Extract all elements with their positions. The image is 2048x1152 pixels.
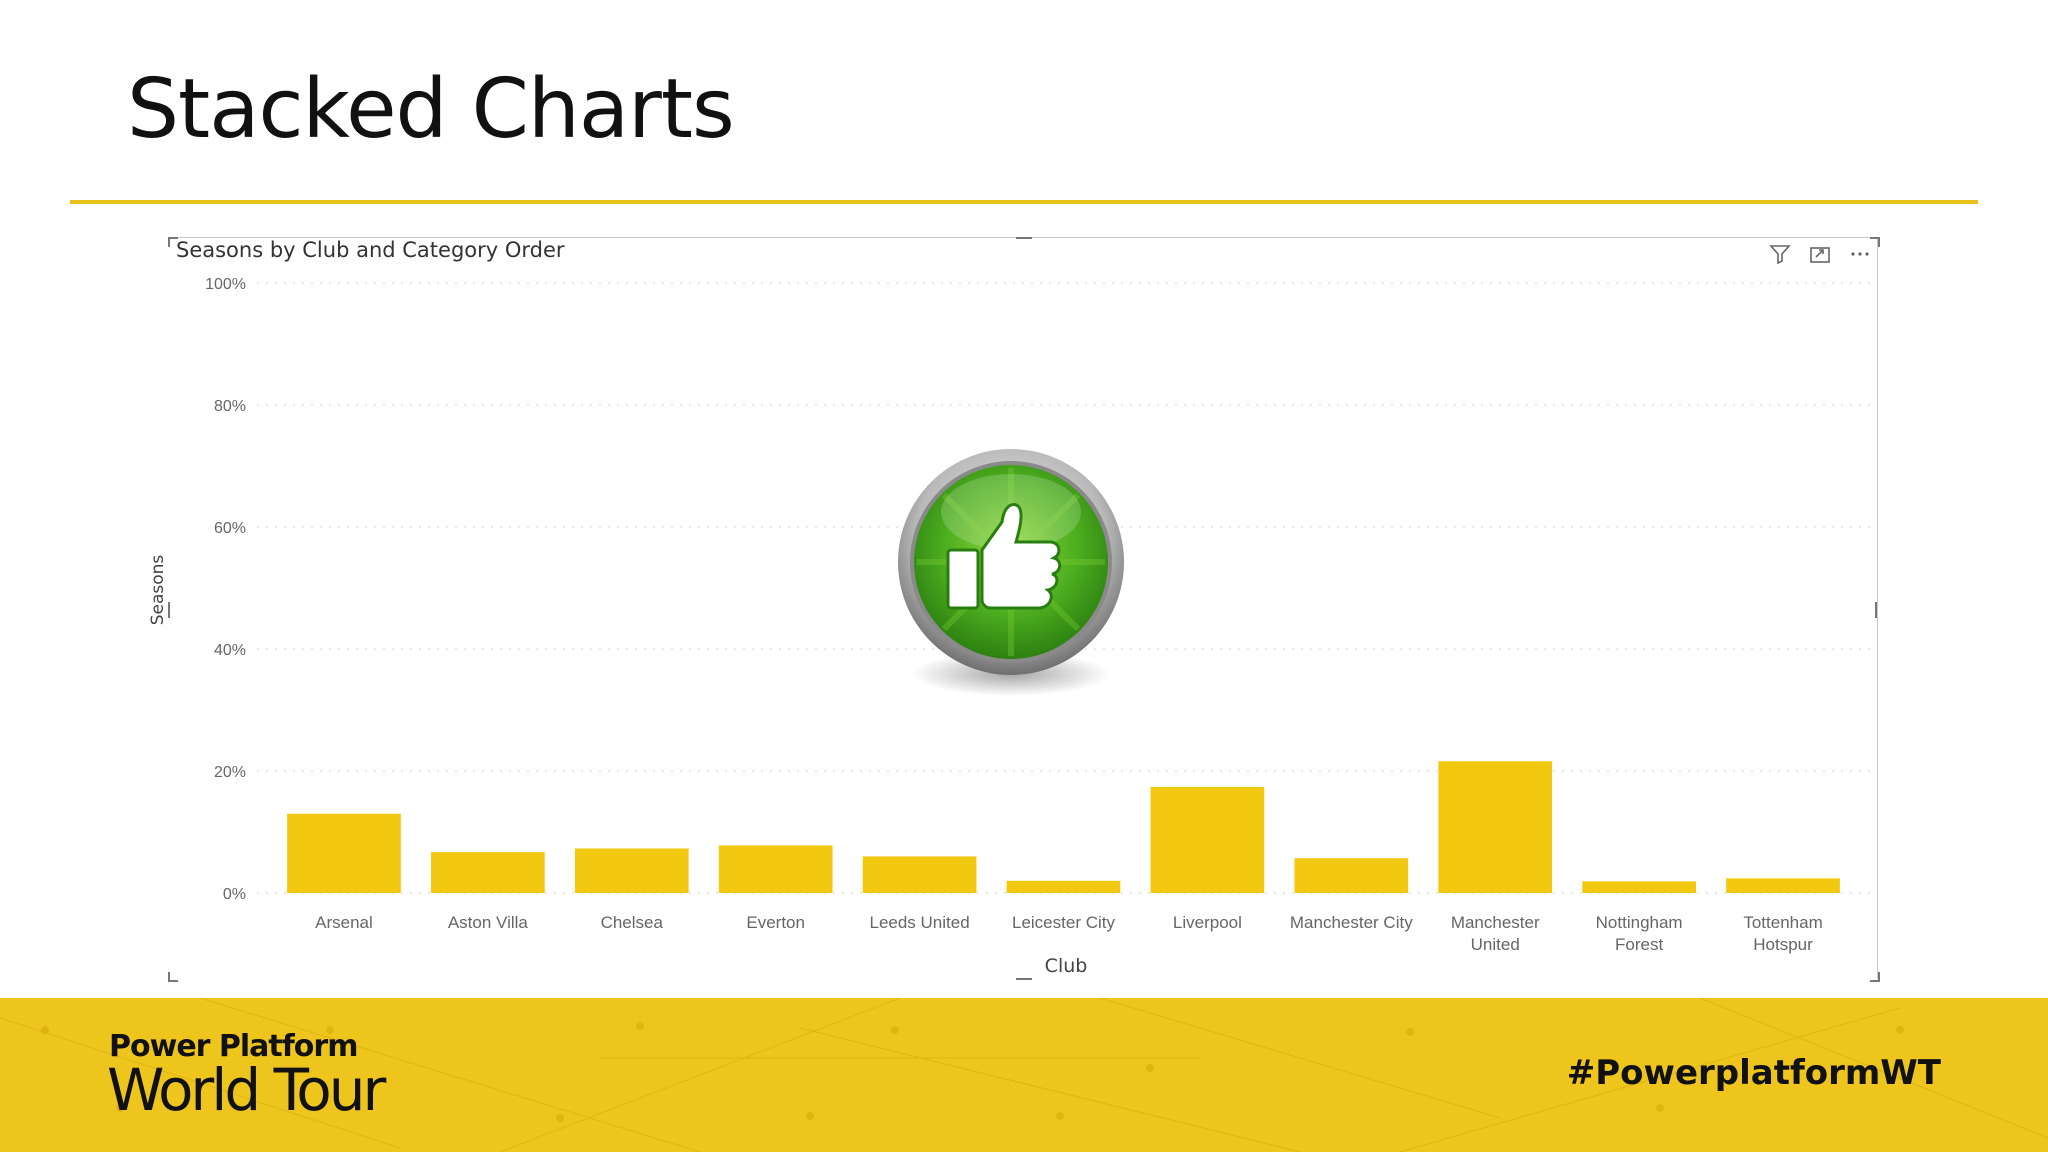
bar-chelsea <box>574 848 689 893</box>
x-tick-label: Hotspur <box>1753 935 1813 954</box>
bar-aston-villa <box>431 852 545 893</box>
x-tick-label: Nottingham <box>1596 913 1683 932</box>
y-tick-label: 20% <box>214 764 246 781</box>
bar-tottenham-hotspur <box>1726 878 1840 893</box>
x-tick-label: Leeds United <box>869 913 969 932</box>
bar-nottingham-forest <box>1582 881 1696 893</box>
y-tick-label: 80% <box>214 398 246 415</box>
bar-liverpool <box>1150 786 1265 893</box>
y-tick-label: 0% <box>223 886 246 903</box>
x-tick-label: Manchester <box>1451 913 1540 932</box>
bar-arsenal <box>287 813 401 893</box>
event-hashtag: #PowerplatformWT <box>1566 1053 1941 1093</box>
brand-line-2: World Tour <box>107 1056 386 1124</box>
x-tick-label: Arsenal <box>315 913 373 932</box>
x-tick-label: Everton <box>746 913 805 932</box>
x-tick-label: Forest <box>1615 935 1663 954</box>
bar-manchester-united <box>1438 761 1553 893</box>
y-tick-label: 60% <box>214 520 246 537</box>
y-axis-title: Seasons <box>148 554 168 626</box>
y-tick-label: 40% <box>214 642 246 659</box>
x-tick-label: Leicester City <box>1012 913 1115 932</box>
x-tick-label: United <box>1471 935 1520 954</box>
bar-manchester-city <box>1294 858 1409 893</box>
bar-leeds-united <box>862 856 977 893</box>
x-tick-label: Chelsea <box>601 913 664 932</box>
bar-everton <box>718 845 833 893</box>
x-tick-label: Liverpool <box>1173 913 1242 932</box>
bar-leicester-city <box>1006 880 1121 893</box>
x-tick-label: Tottenham <box>1743 913 1822 932</box>
x-tick-label: Manchester City <box>1290 913 1413 932</box>
x-axis-title: Club <box>1044 955 1088 977</box>
x-tick-label: Aston Villa <box>448 913 529 932</box>
y-tick-label: 100% <box>205 276 246 293</box>
thumbs-up-badge-icon <box>898 449 1124 696</box>
footer-banner: Power Platform World Tour #Powerplatform… <box>0 998 2048 1152</box>
